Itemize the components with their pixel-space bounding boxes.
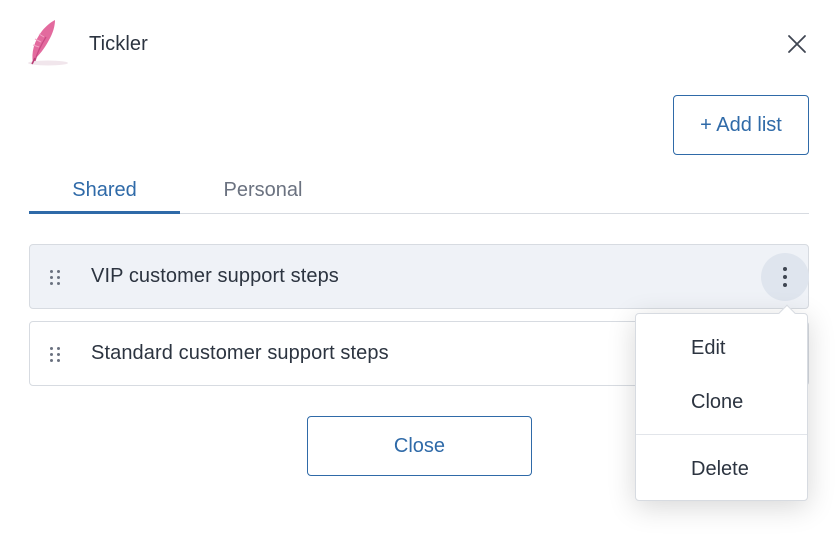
tab-personal[interactable]: Personal	[197, 168, 329, 213]
tab-bar: Shared Personal	[29, 168, 809, 214]
menu-divider	[636, 434, 807, 435]
list-item-label: Standard customer support steps	[91, 342, 389, 364]
context-menu: Edit Clone Delete	[635, 304, 808, 501]
close-icon[interactable]	[784, 31, 810, 57]
menu-item-delete[interactable]: Delete	[636, 449, 807, 489]
more-options-icon[interactable]	[761, 253, 809, 301]
app-title: Tickler	[89, 33, 148, 55]
menu-item-clone[interactable]: Clone	[636, 382, 807, 422]
drag-handle-icon[interactable]	[48, 268, 62, 286]
tab-shared[interactable]: Shared	[29, 168, 180, 214]
add-list-button[interactable]: + Add list	[673, 95, 809, 155]
close-button[interactable]: Close	[307, 416, 532, 476]
tickler-dialog: Tickler + Add list Shared Personal VIP c…	[0, 0, 838, 542]
list-item-label: VIP customer support steps	[91, 265, 339, 287]
menu-item-edit[interactable]: Edit	[636, 328, 807, 368]
feather-icon	[26, 17, 72, 69]
drag-handle-icon[interactable]	[48, 345, 62, 363]
list-item[interactable]: VIP customer support steps	[29, 244, 809, 309]
